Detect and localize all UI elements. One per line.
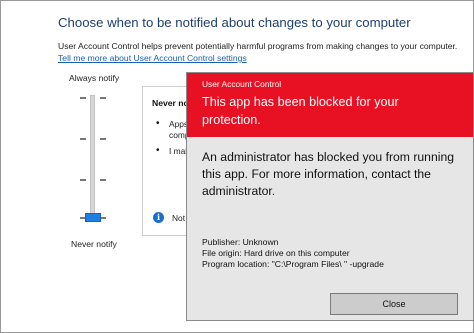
slider-tick xyxy=(100,138,106,140)
bullet-icon: • xyxy=(156,145,160,156)
dialog-header: User Account Control This app has been b… xyxy=(187,73,473,137)
dialog-heading: This app has been blocked for your prote… xyxy=(202,95,399,127)
bullet-icon: • xyxy=(156,118,160,129)
notification-level-slider[interactable] xyxy=(76,91,110,231)
slider-track[interactable] xyxy=(90,95,95,221)
slider-tick xyxy=(80,97,86,99)
program-location-text: Program location: "C:\Program Files\ " -… xyxy=(202,259,384,269)
slider-tick xyxy=(80,179,86,181)
slider-tick xyxy=(100,97,106,99)
dialog-caption: User Account Control xyxy=(202,79,282,89)
publisher-text: Publisher: Unknown xyxy=(202,237,279,247)
slider-tick xyxy=(100,179,106,181)
slider-bottom-label: Never notify xyxy=(71,239,117,249)
info-icon: i xyxy=(153,212,164,223)
slider-top-label: Always notify xyxy=(69,73,120,83)
page-title: Choose when to be notified about changes… xyxy=(58,15,411,30)
close-button[interactable]: Close xyxy=(330,293,458,315)
file-origin-text: File origin: Hard drive on this computer xyxy=(202,248,350,258)
slider-thumb[interactable] xyxy=(85,213,101,222)
app-blocked-dialog: User Account Control This app has been b… xyxy=(186,72,474,321)
page-description: User Account Control helps prevent poten… xyxy=(58,41,458,51)
learn-more-link[interactable]: Tell me more about User Account Control … xyxy=(58,53,247,63)
slider-tick xyxy=(80,138,86,140)
dialog-message: An administrator has blocked you from ru… xyxy=(202,150,455,198)
